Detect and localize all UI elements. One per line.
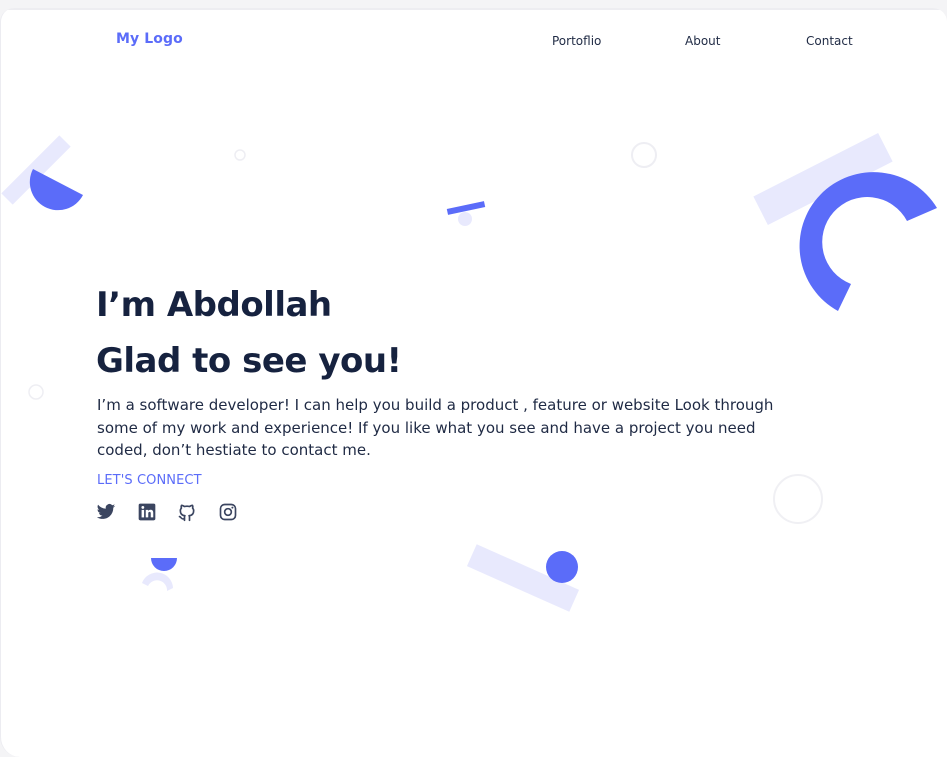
logo[interactable]: My Logo (116, 31, 183, 47)
connect-label: LET'S CONNECT (97, 473, 202, 488)
github-link[interactable] (176, 501, 198, 523)
nav-link-about[interactable]: About (685, 34, 720, 48)
page: My Logo Portoflio About Contact I’m Abdo… (0, 8, 947, 757)
github-icon (178, 504, 195, 522)
hero-subtitle: Glad to see you! (96, 341, 402, 381)
instagram-icon (219, 503, 237, 521)
nav-link-portfolio[interactable]: Portoflio (552, 34, 601, 48)
twitter-link[interactable] (95, 501, 117, 523)
twitter-icon (96, 504, 116, 519)
hero-greeting: I’m Abdollah (96, 285, 332, 325)
nav-link-contact[interactable]: Contact (806, 34, 853, 48)
top-divider (1, 8, 947, 10)
linkedin-icon (138, 503, 156, 521)
instagram-link[interactable] (217, 501, 239, 523)
linkedin-link[interactable] (136, 501, 158, 523)
decorative-shapes (1, 132, 937, 612)
intro-paragraph: I’m a software developer! I can help you… (97, 396, 774, 459)
